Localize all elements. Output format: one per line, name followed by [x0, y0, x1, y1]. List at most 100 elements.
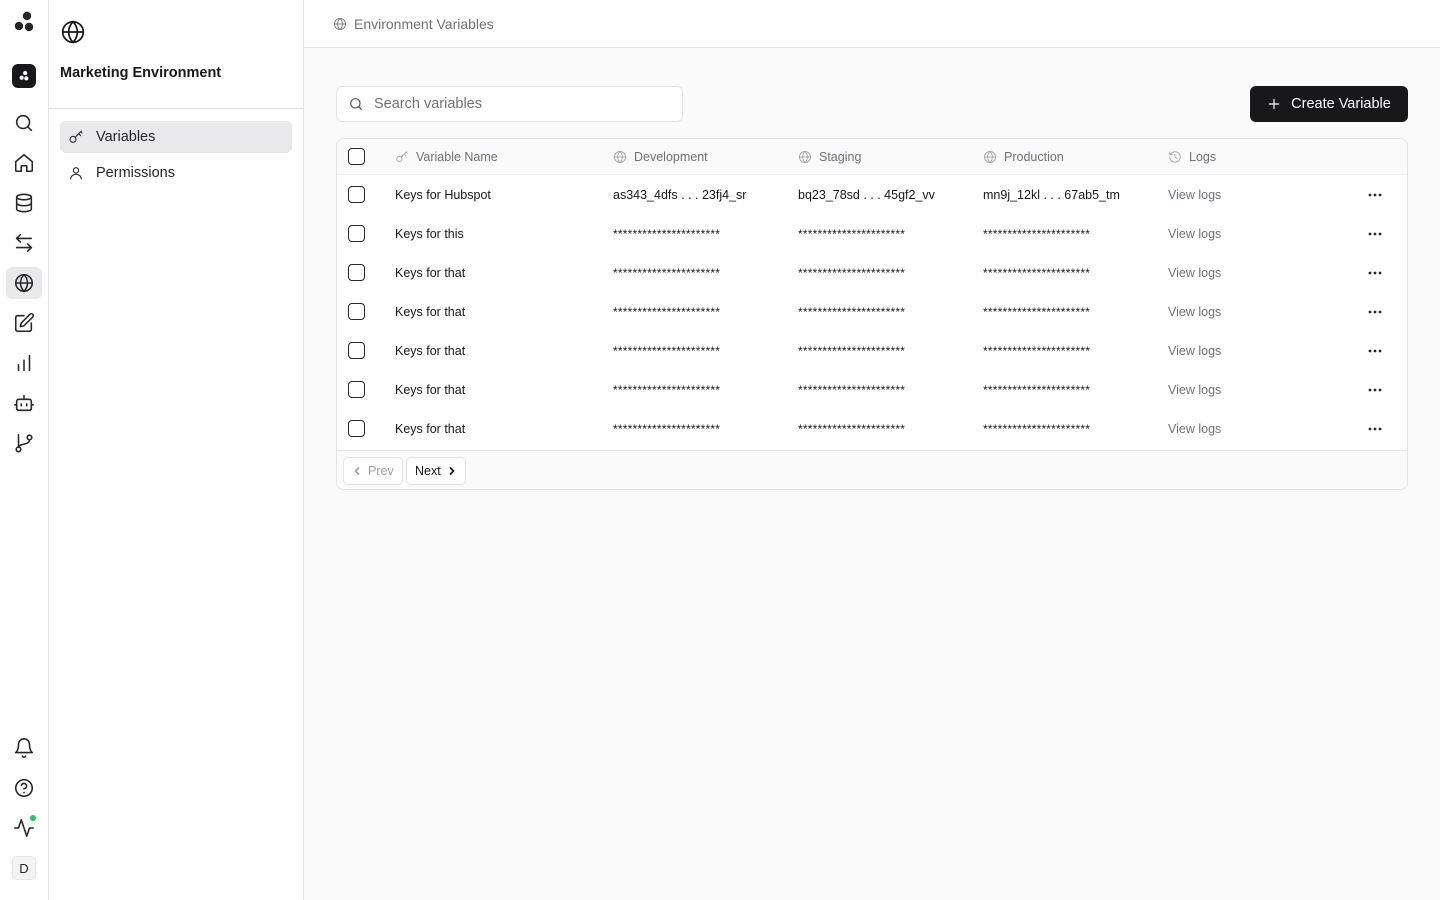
sidebar-item-variables[interactable]: Variables: [60, 121, 292, 153]
icon-rail: D: [0, 0, 49, 900]
bell-icon[interactable]: [6, 732, 42, 764]
production-value: **********************: [983, 226, 1091, 241]
main-content: Environment Variables Create Variable Va…: [304, 0, 1440, 900]
prev-label: Prev: [368, 464, 394, 478]
globe-icon[interactable]: [6, 267, 42, 299]
search-icon[interactable]: [6, 107, 42, 139]
database-icon[interactable]: [6, 187, 42, 219]
view-logs-link[interactable]: View logs: [1168, 175, 1221, 214]
column-label: Production: [1004, 149, 1064, 164]
sidebar-item-label: Permissions: [96, 165, 175, 181]
row-checkbox[interactable]: [348, 381, 365, 398]
sidebar-header: Marketing Environment: [49, 0, 303, 109]
column-label: Staging: [819, 149, 862, 164]
search-input[interactable]: [374, 96, 664, 112]
row-checkbox[interactable]: [348, 420, 365, 437]
column-label: Development: [634, 149, 708, 164]
table-row[interactable]: Keys for that ********************** *****…: [337, 292, 1407, 331]
view-logs-link[interactable]: View logs: [1168, 409, 1221, 448]
column-header-staging[interactable]: Staging: [798, 139, 861, 174]
variable-name: Keys for this: [395, 226, 464, 241]
git-branch-icon[interactable]: [6, 427, 42, 459]
view-logs-link[interactable]: View logs: [1168, 292, 1221, 331]
production-value: **********************: [983, 382, 1091, 397]
variable-name: Keys for that: [395, 382, 466, 397]
production-value: **********************: [983, 265, 1091, 280]
view-logs-link[interactable]: View logs: [1168, 214, 1221, 253]
create-variable-label: Create Variable: [1291, 96, 1391, 112]
variable-name: Keys for Hubspot: [395, 187, 491, 202]
table-row[interactable]: Keys for Hubspot as343_4dfs . . . 23fj4_s…: [337, 175, 1407, 214]
staging-value: **********************: [798, 382, 906, 397]
table-body: Keys for Hubspot as343_4dfs . . . 23fj4_s…: [337, 175, 1407, 448]
view-logs-link[interactable]: View logs: [1168, 253, 1221, 292]
environment-title: Marketing Environment: [60, 65, 222, 81]
development-value: as343_4dfs . . . 23fj4_sr: [613, 187, 747, 202]
activity-icon[interactable]: [6, 812, 42, 844]
prev-page-button[interactable]: Prev: [343, 457, 403, 485]
history-icon: [1169, 150, 1181, 163]
table-row[interactable]: Keys for that ********************** *****…: [337, 409, 1407, 448]
table-row[interactable]: Keys for this ********************** *****…: [337, 214, 1407, 253]
more-actions-icon[interactable]: [1367, 331, 1383, 370]
row-checkbox[interactable]: [348, 186, 365, 203]
arrows-transfer-icon[interactable]: [6, 227, 42, 259]
search-box: [336, 86, 683, 122]
column-header-development[interactable]: Development: [613, 139, 708, 174]
more-actions-icon[interactable]: [1367, 253, 1383, 292]
staging-value: **********************: [798, 343, 906, 358]
row-select-cell: [348, 292, 365, 331]
more-actions-icon[interactable]: [1367, 409, 1383, 448]
more-actions-icon[interactable]: [1367, 214, 1383, 253]
workspace-icon[interactable]: [12, 64, 36, 88]
chevron-right-icon: [449, 467, 455, 475]
search-icon: [350, 98, 362, 110]
page-title: Environment Variables: [354, 15, 494, 32]
table-row[interactable]: Keys for that ********************** *****…: [337, 370, 1407, 409]
column-header-name[interactable]: Variable Name: [395, 139, 498, 174]
production-value: **********************: [983, 421, 1091, 436]
production-value: mn9j_12kl . . . 67ab5_tm: [983, 187, 1120, 202]
row-select-cell: [348, 214, 365, 253]
more-actions-icon[interactable]: [1367, 175, 1383, 214]
chevron-left-icon: [354, 467, 360, 475]
avatar[interactable]: D: [12, 856, 36, 880]
edit-icon[interactable]: [6, 307, 42, 339]
help-icon[interactable]: [6, 772, 42, 804]
row-checkbox[interactable]: [348, 264, 365, 281]
create-variable-button[interactable]: Create Variable: [1250, 86, 1408, 122]
development-value: **********************: [613, 421, 721, 436]
bar-chart-icon[interactable]: [6, 347, 42, 379]
production-value: **********************: [983, 304, 1091, 319]
bot-icon[interactable]: [6, 387, 42, 419]
table-row[interactable]: Keys for that ********************** *****…: [337, 253, 1407, 292]
sidebar-item-permissions[interactable]: Permissions: [60, 157, 292, 189]
plus-icon: [1268, 98, 1280, 110]
home-icon[interactable]: [6, 147, 42, 179]
more-actions-icon[interactable]: [1367, 292, 1383, 331]
row-checkbox[interactable]: [348, 303, 365, 320]
staging-value: **********************: [798, 304, 906, 319]
globe-icon: [614, 150, 626, 163]
next-page-button[interactable]: Next: [406, 457, 466, 485]
select-all-cell: [348, 139, 365, 174]
breadcrumb: Environment Variables: [304, 0, 1440, 48]
view-logs-link[interactable]: View logs: [1168, 370, 1221, 409]
staging-value: **********************: [798, 226, 906, 241]
column-label: Variable Name: [416, 149, 498, 164]
select-all-checkbox[interactable]: [348, 148, 365, 165]
row-select-cell: [348, 331, 365, 370]
development-value: **********************: [613, 226, 721, 241]
row-checkbox[interactable]: [348, 225, 365, 242]
next-label: Next: [415, 464, 441, 478]
brand-logo-icon[interactable]: [12, 10, 36, 34]
column-header-production[interactable]: Production: [983, 139, 1064, 174]
status-dot: [30, 815, 36, 821]
more-actions-icon[interactable]: [1367, 370, 1383, 409]
row-checkbox[interactable]: [348, 342, 365, 359]
globe-icon: [60, 19, 86, 45]
column-header-logs[interactable]: Logs: [1168, 139, 1216, 174]
view-logs-link[interactable]: View logs: [1168, 331, 1221, 370]
variables-table: Variable Name Development Staging Produc…: [336, 138, 1408, 490]
table-row[interactable]: Keys for that ********************** *****…: [337, 331, 1407, 370]
